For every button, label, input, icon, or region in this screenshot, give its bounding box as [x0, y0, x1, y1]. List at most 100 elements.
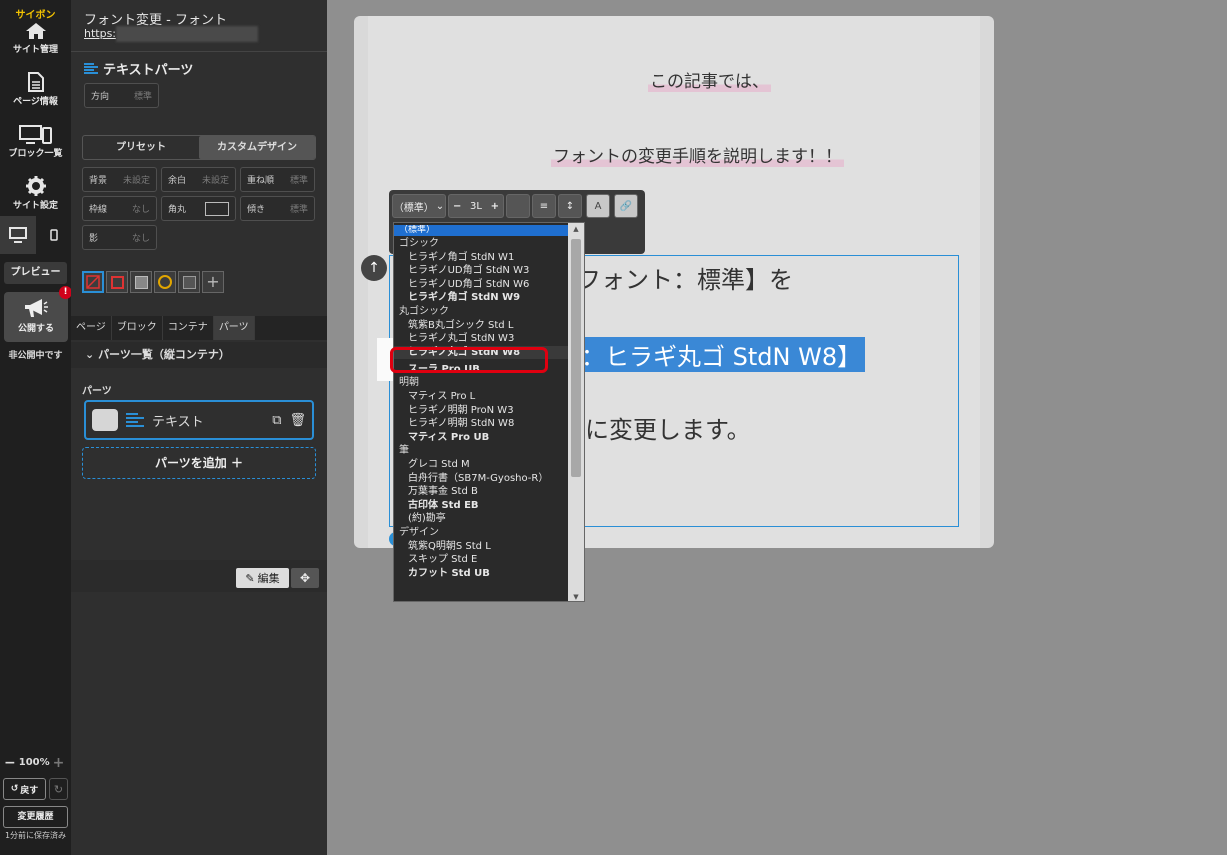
size-increase-icon[interactable]: + [491, 201, 499, 212]
mobile-icon [49, 229, 58, 241]
undo-icon: ↺ [10, 784, 19, 794]
megaphone-icon [25, 299, 48, 317]
font-option[interactable]: カフット Std UB [394, 567, 569, 580]
highlight-annotation [390, 347, 548, 373]
pencil-icon: ✎ [245, 571, 255, 585]
block-list-button[interactable]: ブロック一覧 [0, 124, 71, 159]
font-option[interactable]: 古印体 Std EB [394, 499, 569, 512]
tab-container[interactable]: コンテナ [163, 316, 214, 340]
z-order-chip[interactable]: 重ね順 標準 [240, 167, 315, 192]
font-size-stepper[interactable]: − 3L + [448, 194, 504, 218]
plus-icon: ＋ [230, 456, 243, 470]
swatch-plain[interactable] [178, 271, 200, 293]
font-option[interactable]: 筑紫B丸ゴシック Std L [394, 319, 569, 332]
tab-preset[interactable]: プリセット [83, 136, 199, 159]
device-switch [0, 216, 71, 254]
color-swatch-button[interactable] [506, 194, 530, 218]
section-title-text: テキストパーツ [103, 63, 194, 78]
font-option[interactable]: 筑紫Q明朝S Std L [394, 540, 569, 553]
background-chip[interactable]: 背景 未設定 [82, 167, 157, 192]
shadow-square-icon [134, 275, 148, 289]
page-url-link[interactable]: https: [84, 27, 116, 40]
dropdown-scrollbar[interactable]: ▲ ▼ [568, 223, 584, 601]
font-dropdown[interactable]: （標準） ゴシック ヒラギノ角ゴ StdN W1 ヒラギノUD角ゴ StdN W3 ヒ… [393, 222, 585, 602]
font-option[interactable]: ヒラギノ丸ゴ StdN W3 [394, 332, 569, 345]
paragraph-1[interactable]: この記事では、 [648, 67, 771, 92]
scrollbar-thumb[interactable] [571, 239, 581, 477]
swatch-shadow[interactable] [130, 271, 152, 293]
copy-icon[interactable]: ⧉ [272, 413, 281, 428]
link-icon: 🔗 [619, 200, 633, 212]
text-part-item[interactable]: テキスト ⧉ 🗑 [84, 400, 314, 440]
paragraph-2[interactable]: フォントの変更手順を説明します！！ [551, 142, 844, 167]
text-color-button[interactable]: A [586, 194, 610, 218]
mobile-view-button[interactable] [36, 216, 71, 254]
font-option[interactable]: マティス Pro UB [394, 431, 569, 444]
publish-button[interactable]: 公開する ! [4, 286, 72, 342]
swatch-red-border[interactable] [106, 271, 128, 293]
skew-chip[interactable]: 傾き 標準 [240, 196, 315, 221]
font-option[interactable]: ヒラギノ明朝 ProN W3 [394, 404, 569, 417]
container-header[interactable]: ⌄ パーツ一覧（縦コンテナ） [71, 342, 327, 368]
zoom-in-button[interactable]: + [53, 756, 65, 770]
tab-parts[interactable]: パーツ [213, 316, 255, 340]
font-size-value: 3L [470, 200, 482, 212]
font-option[interactable]: 白舟行書（SB7M-Gyosho-R） [394, 472, 569, 485]
scroll-up-icon[interactable]: ▲ [568, 225, 584, 233]
body-text-line-1[interactable]: フォント：標準】を [577, 260, 793, 295]
font-option[interactable]: 万葉事金 Std B [394, 485, 569, 498]
add-swatch-button[interactable]: + [202, 271, 224, 293]
trash-icon[interactable]: 🗑 [289, 413, 306, 428]
scroll-down-icon[interactable]: ▼ [568, 593, 584, 601]
gear-icon [25, 176, 46, 196]
line-height-button[interactable]: ↕ [558, 194, 582, 218]
shadow-label: 影 [89, 234, 99, 244]
tab-block[interactable]: ブロック [112, 316, 163, 340]
radius-preview [205, 201, 229, 216]
zoom-out-button[interactable]: − [4, 756, 16, 770]
border-chip[interactable]: 枠線 なし [82, 196, 157, 221]
font-option[interactable]: ヒラギノUD角ゴ StdN W3 [394, 264, 569, 277]
radius-chip[interactable]: 角丸 [161, 196, 236, 221]
direction-chip[interactable]: 方向 標準 [84, 83, 159, 108]
swatch-circle[interactable] [154, 271, 176, 293]
font-option-default[interactable]: （標準） [394, 225, 569, 236]
move-up-button[interactable]: ↑ [361, 255, 387, 281]
change-history-button[interactable]: 変更履歴 [3, 806, 68, 828]
body-text-line-3[interactable]: に変更します。 [585, 410, 751, 445]
margin-chip[interactable]: 余白 未設定 [161, 167, 236, 192]
site-manage-label: サイト管理 [12, 45, 58, 55]
undo-button[interactable]: ↺ 戻す [3, 778, 46, 800]
font-option[interactable]: グレコ Std M [394, 458, 569, 471]
zoom-control: − 100% + [4, 756, 68, 770]
square-icon [110, 275, 124, 289]
move-button[interactable]: ✥ [291, 568, 319, 588]
font-option[interactable]: ヒラギノ明朝 StdN W8 [394, 417, 569, 430]
font-select[interactable]: （標準） ⌄ [392, 194, 446, 218]
site-settings-button[interactable]: サイト設定 [0, 176, 71, 211]
edit-button[interactable]: ✎ 編集 [236, 568, 289, 588]
font-option[interactable]: スキップ Std E [394, 553, 569, 566]
font-option[interactable]: ヒラギノUD角ゴ StdN W6 [394, 278, 569, 291]
tab-custom-design[interactable]: カスタムデザイン [199, 136, 315, 159]
site-manage-button[interactable]: サイト管理 [0, 22, 71, 55]
font-option[interactable]: ヒラギノ角ゴ StdN W9 [394, 291, 569, 304]
page-info-button[interactable]: ページ情報 [0, 72, 71, 107]
preview-button[interactable]: プレビュー [4, 262, 67, 284]
align-button[interactable]: ≡ [532, 194, 556, 218]
tab-page[interactable]: ページ [71, 316, 112, 340]
body-text-line-2-selected[interactable]: ：ヒラギ丸ゴ StdN W8】 [577, 337, 866, 372]
font-option[interactable]: マティス Pro L [394, 390, 569, 403]
properties-panel: フォント変更 - フォント https: テキストパーツ 方向 標準 プリセット… [71, 0, 327, 855]
font-option[interactable]: (約)勘亭 [394, 512, 569, 525]
move-icon: ✥ [299, 571, 311, 585]
size-decrease-icon[interactable]: − [453, 201, 461, 212]
redo-button[interactable]: ↻ [49, 778, 68, 800]
desktop-view-button[interactable] [0, 216, 36, 254]
add-part-button[interactable]: パーツを追加 ＋ [82, 447, 316, 479]
shadow-chip[interactable]: 影 なし [82, 225, 157, 250]
font-group-label: 筆 [399, 445, 409, 457]
swatch-none[interactable] [82, 271, 104, 293]
font-option[interactable]: ヒラギノ角ゴ StdN W1 [394, 251, 569, 264]
link-button[interactable]: 🔗 [614, 194, 638, 218]
